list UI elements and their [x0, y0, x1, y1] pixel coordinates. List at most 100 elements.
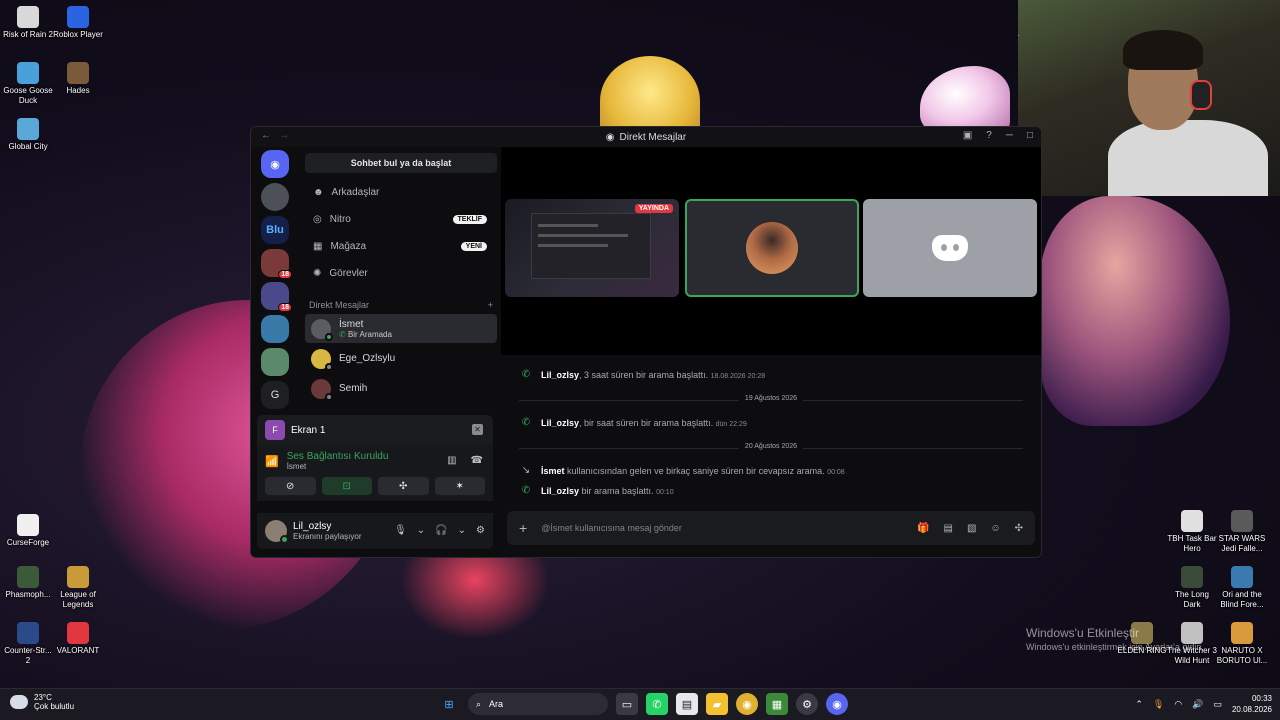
call-stage: YAYINDA: [501, 147, 1041, 355]
screenshare-label: Ekran 1: [291, 424, 326, 436]
server-icon[interactable]: [261, 315, 289, 343]
help-icon[interactable]: ?: [986, 130, 992, 141]
stream-tile[interactable]: YAYINDA: [505, 199, 679, 297]
wifi-icon[interactable]: ◠: [1174, 699, 1182, 710]
desktop-shortcut[interactable]: Phasmoph...: [2, 566, 54, 600]
desktop-shortcut[interactable]: Hades: [52, 62, 104, 96]
message-author[interactable]: Lil_ozlsy: [541, 486, 579, 496]
notepad-icon[interactable]: ▤: [676, 693, 698, 715]
avatar: [311, 378, 333, 401]
file-explorer-icon[interactable]: ▰: [706, 693, 728, 715]
screenshare-bar[interactable]: F Ekran 1 ✕: [257, 415, 493, 445]
app-icon: [17, 6, 39, 28]
whatsapp-icon[interactable]: ✆: [646, 693, 668, 715]
task-view-icon[interactable]: ▭: [616, 693, 638, 715]
chevron-down-icon[interactable]: ⌄: [417, 525, 425, 536]
inbox-icon[interactable]: ▣: [963, 130, 972, 141]
steam-icon[interactable]: ⚙: [796, 693, 818, 715]
soundboard-button[interactable]: ✶: [434, 477, 485, 495]
participant-tile-ismet[interactable]: [685, 199, 859, 297]
minimize-button[interactable]: ─: [1006, 130, 1013, 141]
maximize-button[interactable]: □: [1027, 130, 1033, 141]
disconnect-icon[interactable]: ☎: [471, 455, 483, 466]
screenshare-button[interactable]: ⊡: [321, 477, 372, 495]
desktop-shortcut[interactable]: Global City: [2, 118, 54, 152]
chevron-down-icon[interactable]: ⌄: [458, 525, 466, 536]
emoji-icon[interactable]: ☺: [990, 523, 1000, 534]
message-author[interactable]: Lil_ozlsy: [541, 418, 579, 428]
signal-icon: 📶: [265, 455, 279, 468]
message-author[interactable]: İsmet: [541, 466, 565, 476]
nav-friends[interactable]: ☻ Arkadaşlar: [307, 179, 495, 205]
system-tray: ⌃ 🎙 ◠ 🔊 ▭ 00:33 20.08.2026: [1135, 693, 1272, 715]
shortcut-label: Risk of Rain 2: [3, 30, 53, 39]
microphone-icon[interactable]: 🎙: [1153, 699, 1164, 710]
discord-taskbar-icon[interactable]: ◉: [826, 693, 848, 715]
settings-gear-icon[interactable]: ⚙: [476, 525, 485, 536]
nav-nitro[interactable]: ◎ Nitro TEKLİF: [307, 206, 495, 232]
search-input[interactable]: Sohbet bul ya da başlat: [305, 153, 497, 173]
chrome-icon[interactable]: ◉: [736, 693, 758, 715]
server-icon[interactable]: [261, 183, 289, 211]
shortcut-label: VALORANT: [56, 646, 100, 655]
discord-logo-icon: ◉: [605, 131, 615, 143]
chevron-up-icon[interactable]: ⌃: [1135, 699, 1143, 710]
back-arrow-icon[interactable]: ←: [261, 130, 271, 141]
desktop-shortcut[interactable]: Goose Goose Duck: [2, 62, 54, 106]
server-icon[interactable]: 18: [261, 282, 292, 312]
add-dm-button[interactable]: +: [488, 300, 493, 310]
server-icon[interactable]: G: [261, 381, 289, 409]
shortcut-label: Global City: [8, 142, 48, 151]
desktop-shortcut[interactable]: CurseForge: [2, 514, 54, 548]
participant-tile-self[interactable]: [863, 199, 1037, 297]
nav-shop[interactable]: ▦ Mağaza YENİ: [307, 233, 495, 259]
weather-widget[interactable]: 23°C Çok bulutlu: [10, 693, 74, 711]
noise-suppression-icon[interactable]: ▥: [447, 455, 456, 466]
message-time: 00:10: [656, 488, 674, 496]
avatar[interactable]: [265, 520, 289, 544]
stop-stream-icon[interactable]: ✕: [472, 424, 483, 435]
search-icon: ⌕: [476, 698, 482, 709]
battery-icon[interactable]: ▭: [1213, 699, 1222, 710]
desktop-shortcut[interactable]: STAR WARS Jedi Falle...: [1216, 510, 1268, 554]
server-icon[interactable]: [261, 348, 289, 376]
desktop-shortcut[interactable]: League of Legends: [52, 566, 104, 610]
desktop-shortcut[interactable]: Risk of Rain 2: [2, 6, 54, 40]
apps-icon[interactable]: ✣: [1015, 523, 1023, 534]
dm-item-ege[interactable]: Ege_Ozlsylu: [305, 344, 497, 373]
shortcut-label: Hades: [66, 86, 90, 95]
desktop-shortcut[interactable]: Counter-Str... 2: [2, 622, 54, 666]
activities-button[interactable]: ✣: [378, 477, 429, 495]
desktop-shortcut[interactable]: VALORANT: [52, 622, 104, 656]
microphone-icon[interactable]: 🎙: [394, 525, 407, 536]
clock[interactable]: 00:33 20.08.2026: [1232, 693, 1272, 715]
server-icon[interactable]: 18: [261, 249, 292, 279]
taskbar-search[interactable]: ⌕ Ara: [468, 693, 608, 715]
message-input[interactable]: @İsmet kullanıcısına mesaj gönder: [541, 523, 903, 533]
desktop-shortcut[interactable]: NARUTO X BORUTO Ul...: [1216, 622, 1268, 666]
dm-item-ismet[interactable]: İsmet ✆ Bir Aramada: [305, 314, 497, 343]
forward-arrow-icon[interactable]: →: [279, 130, 289, 141]
volume-icon[interactable]: 🔊: [1192, 699, 1203, 710]
nav-quests[interactable]: ✺ Görevler: [307, 260, 495, 286]
windows-start-icon[interactable]: ⊞: [438, 693, 460, 715]
minecraft-icon[interactable]: ▦: [766, 693, 788, 715]
home-button[interactable]: ◉: [261, 150, 289, 178]
gif-icon[interactable]: ▤: [943, 523, 952, 534]
server-icon[interactable]: Blu: [261, 216, 289, 244]
dm-item-semih[interactable]: Semih: [305, 374, 497, 403]
message-composer[interactable]: + @İsmet kullanıcısına mesaj gönder 🎁 ▤ …: [507, 511, 1035, 545]
message-author[interactable]: Lil_ozlsy: [541, 370, 579, 380]
app-icon: [17, 622, 39, 644]
voice-status[interactable]: Ses Bağlantısı Kuruldu: [287, 451, 389, 462]
sticker-icon[interactable]: ▧: [967, 523, 976, 534]
desktop-shortcut[interactable]: Ori and the Blind Fore...: [1216, 566, 1268, 610]
desktop-shortcut[interactable]: TBH Task Bar Hero: [1166, 510, 1218, 554]
camera-off-button[interactable]: ⊘: [265, 477, 316, 495]
headphones-icon[interactable]: 🎧: [435, 525, 447, 536]
desktop-shortcut[interactable]: Roblox Player: [52, 6, 104, 40]
gift-icon[interactable]: 🎁: [917, 523, 929, 534]
desktop-shortcut[interactable]: The Long Dark: [1166, 566, 1218, 610]
attach-plus-icon[interactable]: +: [519, 520, 527, 536]
dm-header-label: Direkt Mesajlar: [309, 300, 370, 310]
